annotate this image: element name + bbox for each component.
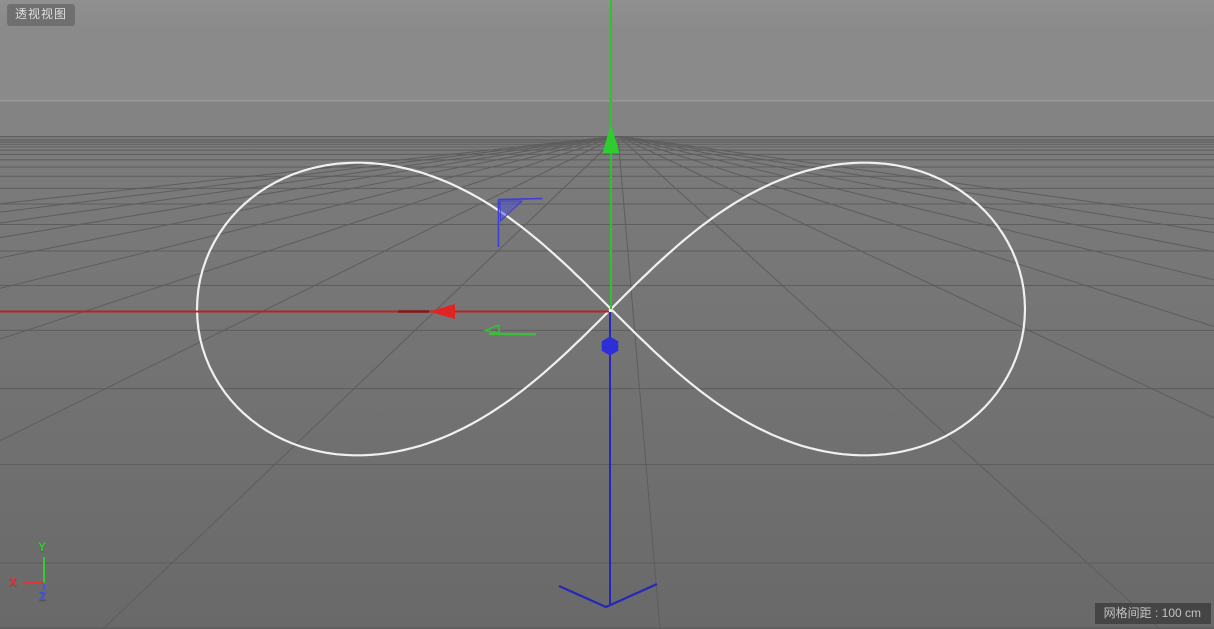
scene-canvas[interactable] <box>0 0 1214 629</box>
grid-spacing-label: 网格间距 : 100 cm <box>1094 603 1211 624</box>
axis-y-label: Y <box>38 540 47 554</box>
sky <box>0 0 1214 101</box>
sky-lower-band <box>0 101 1214 136</box>
view-label[interactable]: 透视视图 <box>8 5 75 25</box>
ground-plane <box>0 136 1214 629</box>
axis-x-label: X <box>9 575 18 589</box>
axis-x-line <box>23 582 44 584</box>
axis-z-label: Z <box>39 589 47 603</box>
viewport-3d[interactable]: 透视视图 网格间距 : 100 cm Y X Z <box>0 0 1214 629</box>
origin-point[interactable] <box>609 309 612 312</box>
axis-y-line <box>43 557 45 583</box>
